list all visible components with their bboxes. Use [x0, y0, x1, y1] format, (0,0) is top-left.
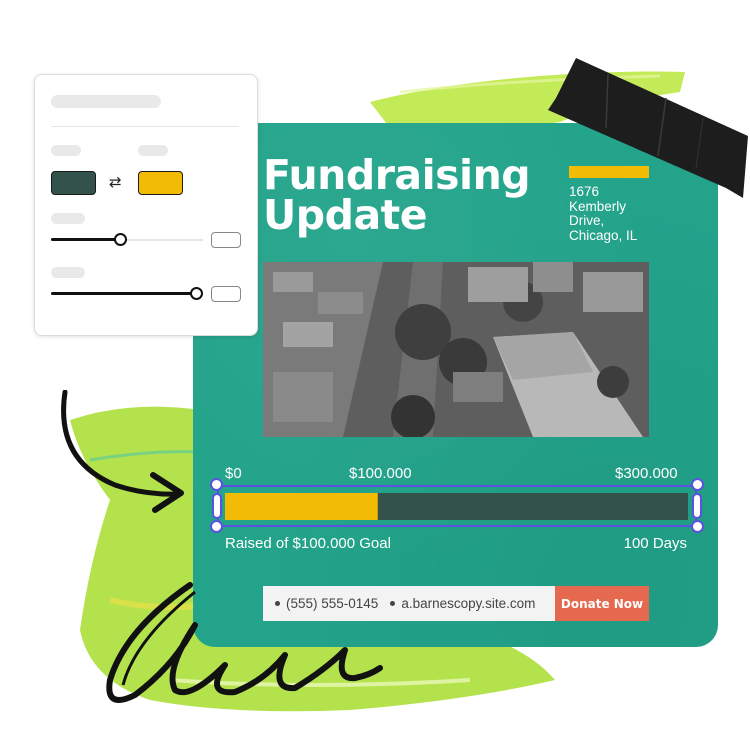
label-placeholder	[51, 213, 85, 224]
scribble-decoration	[95, 570, 395, 720]
tick-start: $0	[225, 465, 242, 482]
slider-active-track	[51, 238, 121, 241]
flyer-title: Fundraising Update	[263, 151, 531, 239]
curved-arrow-icon	[55, 390, 195, 520]
slider-2[interactable]	[51, 287, 203, 301]
website-link[interactable]: a.barnescopy.site.com	[401, 596, 535, 611]
donate-now-button[interactable]: Donate Now	[555, 586, 649, 621]
color-editor-panel: ⇄	[34, 74, 258, 336]
tick-end: $300.000	[615, 465, 678, 482]
divider	[51, 126, 239, 127]
slider-1[interactable]	[51, 233, 203, 247]
panel-title-placeholder	[51, 95, 161, 108]
flood-photo	[263, 262, 649, 437]
swap-colors-icon[interactable]: ⇄	[109, 173, 122, 191]
slider-1-value-input[interactable]	[211, 232, 241, 248]
label-placeholder	[51, 145, 81, 156]
color-swatch-secondary[interactable]	[138, 171, 183, 195]
label-placeholder	[51, 267, 85, 278]
raised-caption: Raised of $100.000 Goal	[225, 535, 391, 552]
label-placeholder	[138, 145, 168, 156]
address-line: Chicago, IL	[569, 227, 638, 243]
title-line-1: Fundraising	[263, 151, 531, 199]
color-swatch-primary[interactable]	[51, 171, 96, 195]
resize-handle-top-right[interactable]	[691, 478, 704, 491]
title-line-2: Update	[263, 191, 428, 239]
resize-handle-left[interactable]	[212, 493, 222, 519]
resize-handle-top-left[interactable]	[210, 478, 223, 491]
slider-active-track	[51, 292, 197, 295]
address-line: Drive,	[569, 213, 605, 228]
days-caption: 100 Days	[623, 535, 687, 552]
slider-2-value-input[interactable]	[211, 286, 241, 302]
slider-knob[interactable]	[190, 287, 203, 300]
tape-decoration	[548, 58, 748, 207]
resize-handle-bottom-right[interactable]	[691, 520, 704, 533]
progress-bar[interactable]	[210, 478, 704, 533]
tick-current: $100.000	[349, 465, 412, 482]
resize-handle-bottom-left[interactable]	[210, 520, 223, 533]
selection-box	[217, 485, 697, 527]
slider-knob[interactable]	[113, 233, 127, 246]
resize-handle-right[interactable]	[692, 493, 702, 519]
